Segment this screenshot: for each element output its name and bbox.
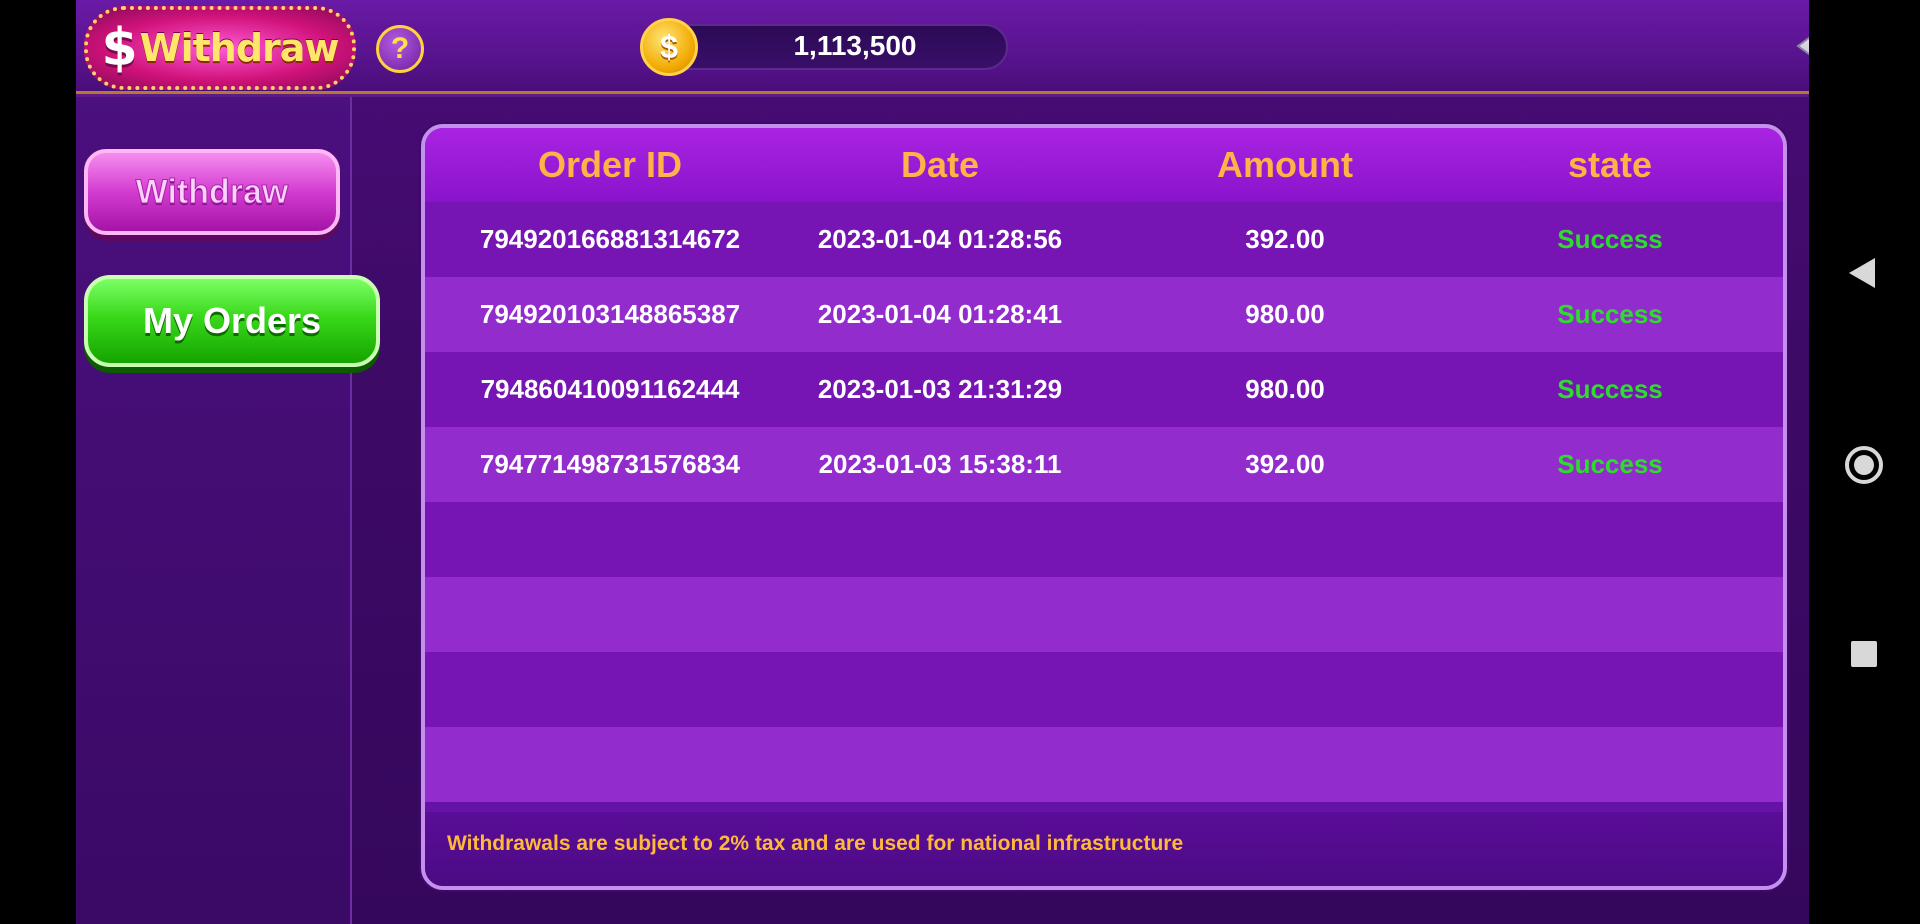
top-header: $ Withdraw ? $ 1,113,500 [76, 0, 1809, 97]
circle-home-icon[interactable] [1845, 446, 1883, 484]
amount-cell: 980.00 [1245, 374, 1325, 404]
coin-symbol: $ [660, 28, 678, 65]
order-id-cell: 794860410091162444 [480, 374, 740, 404]
amount-cell: 392.00 [1245, 224, 1325, 254]
column-header-order-id: Order ID [537, 144, 683, 185]
empty-row [425, 727, 1783, 802]
menu-withdraw-button[interactable]: Withdraw [84, 149, 340, 235]
orders-panel: Order ID Date Amount state 7949201668813… [421, 124, 1787, 890]
empty-row [425, 577, 1783, 652]
balance-value: 1,113,500 [793, 30, 917, 61]
table-row: 794920103148865387 2023-01-04 01:28:41 9… [425, 277, 1783, 352]
menu-withdraw-label: Withdraw [135, 172, 289, 211]
amount-cell: 980.00 [1245, 299, 1325, 329]
date-cell: 2023-01-04 01:28:56 [817, 224, 1063, 254]
gold-coin-icon: $ [640, 18, 698, 76]
empty-row [425, 652, 1783, 727]
table-header: Order ID Date Amount state [425, 128, 1783, 202]
side-menu: Withdraw My Orders [76, 97, 380, 924]
column-header-state: state [1567, 144, 1653, 185]
menu-my-orders-label: My Orders [142, 300, 322, 341]
question-icon: ? [390, 32, 410, 65]
order-id-cell: 794920103148865387 [479, 299, 741, 329]
empty-row [425, 502, 1783, 577]
game-screen: $ Withdraw ? $ 1,113,500 Withdraw My Ord… [76, 0, 1809, 924]
triangle-back-icon[interactable] [1849, 258, 1875, 288]
state-cell: Success [1557, 299, 1663, 329]
page-title: Withdraw [139, 26, 340, 70]
table-row: 794771498731576834 2023-01-03 15:38:11 3… [425, 427, 1783, 502]
return-arrow-icon [1796, 36, 1809, 56]
tax-note: Withdrawals are subject to 2% tax and ar… [447, 832, 1184, 855]
left-screen-edge [0, 0, 76, 924]
menu-my-orders-button[interactable]: My Orders [84, 275, 380, 367]
state-cell: Success [1557, 224, 1663, 254]
column-header-date: Date [900, 144, 980, 185]
table-row: 794860410091162444 2023-01-03 21:31:29 9… [425, 352, 1783, 427]
state-cell: Success [1557, 449, 1663, 479]
dollar-icon: $ [101, 18, 138, 78]
state-cell: Success [1557, 374, 1663, 404]
date-cell: 2023-01-03 15:38:11 [818, 449, 1062, 479]
date-cell: 2023-01-03 21:31:29 [817, 374, 1063, 404]
help-button[interactable]: ? [376, 25, 424, 73]
order-id-cell: 794920166881314672 [479, 224, 741, 254]
return-button[interactable] [1788, 8, 1809, 76]
android-nav-bar [1809, 0, 1920, 924]
square-recent-icon[interactable] [1851, 641, 1877, 667]
order-id-cell: 794771498731576834 [479, 449, 741, 479]
table-row: 794920166881314672 2023-01-04 01:28:56 3… [425, 202, 1783, 277]
date-cell: 2023-01-04 01:28:41 [817, 299, 1063, 329]
column-header-amount: Amount [1217, 144, 1353, 185]
amount-cell: 392.00 [1245, 449, 1325, 479]
withdraw-logo: $ Withdraw [84, 6, 356, 90]
